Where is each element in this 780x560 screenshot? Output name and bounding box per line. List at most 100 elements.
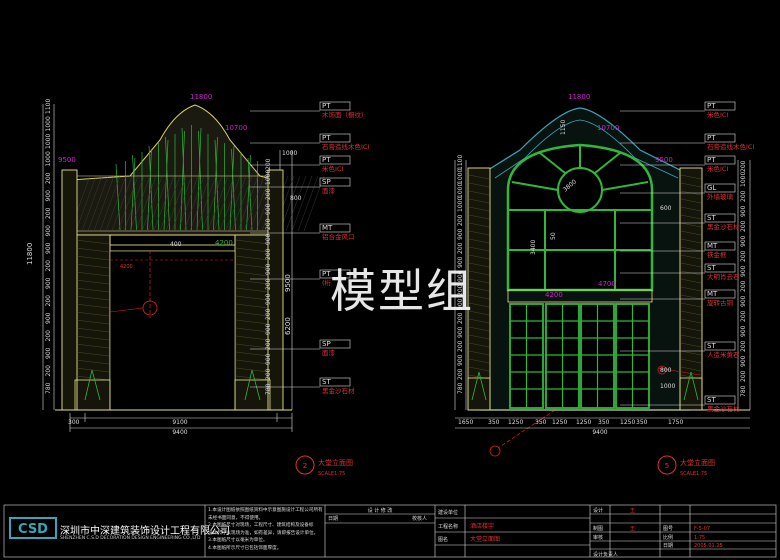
callout-text: 人造米黄石 — [707, 350, 740, 359]
dim-11800: 11800 — [26, 243, 34, 265]
lead-label: 设计负责人 — [593, 551, 618, 558]
level-11800: 11800 — [190, 93, 212, 101]
level-4700: 4700 — [598, 280, 616, 288]
level-4200: 4200 — [215, 239, 233, 247]
dim-right: 900 — [265, 323, 272, 335]
dim-left: 900 — [457, 354, 464, 366]
dim-right: 900 — [740, 295, 747, 307]
dim-50: 50 — [550, 232, 557, 240]
note-line: 4.本图纸所示尺寸已包括饰面厚度。 — [208, 545, 282, 551]
callout-text: 石膏造线木色ICI — [707, 142, 754, 151]
dim-right: 200 — [740, 190, 747, 202]
date-label: 日期 — [328, 516, 338, 522]
dim-9100: 9100 — [172, 419, 187, 426]
dim-right: 200 — [740, 160, 747, 172]
dim-left: 1000 — [45, 134, 52, 149]
dim-right: 900 — [265, 293, 272, 305]
level-10700: 10700 — [225, 124, 247, 132]
dim-right: 900 — [740, 325, 747, 337]
callout-text: 旋转古铜 — [707, 298, 734, 307]
dim-bottom: 1250 — [508, 419, 523, 426]
dim-right: 200 — [265, 338, 272, 350]
draw-label: 制图 — [593, 525, 603, 532]
dim-right: 200 — [265, 278, 272, 290]
dim-bottom: 350 — [535, 419, 547, 426]
dim-bottom: 1750 — [668, 419, 683, 426]
dim-bottom: 350 — [636, 419, 648, 426]
dim-right: 1000 — [740, 172, 747, 187]
dim-left: 1000 — [457, 169, 464, 184]
dim-left: 200 — [457, 340, 464, 352]
callout-code: ST — [707, 264, 716, 272]
dim-left: 900 — [45, 347, 52, 359]
callout-code: MT — [707, 242, 718, 250]
design-notes: 1.本设计图纸依照图纸资料中示意图施设计工程公司所有 未经书面同意，不得使用。 2.… — [208, 507, 323, 553]
ratio-value: 1:75 — [694, 535, 705, 541]
callout-code: ST — [707, 396, 716, 404]
callout-code: ST — [322, 378, 331, 386]
dim-right: 200 — [740, 220, 747, 232]
company-name-en: SHENZHEN C.S.D DECORATION DESIGN ENGINEE… — [60, 536, 201, 541]
callout-code: PT — [707, 156, 716, 164]
drawing-value: 大堂立面图 — [470, 535, 500, 543]
dim-bottom: 350 — [488, 419, 500, 426]
dim-right: 200 — [265, 248, 272, 260]
dim-right: 200 — [740, 310, 747, 322]
note-line: 1.本设计图纸依照图纸资料中示意图施设计工程公司所有 — [208, 508, 323, 513]
dim-9400: 9400 — [592, 429, 607, 436]
callout-text: 铁金框 — [707, 250, 727, 259]
dim-left: 1100 — [457, 155, 464, 170]
callout-text: 黑金沙石材 — [322, 386, 355, 395]
dim-600: 600 — [660, 205, 672, 212]
callout-code: PT — [322, 156, 331, 164]
dim-left: 200 — [45, 365, 52, 377]
callout-code: SP — [322, 178, 331, 186]
dim-1150: 1150 — [560, 120, 567, 135]
note-line: 2.本图纸尺寸对现场，工程尺寸、建筑结构及设备标 — [208, 523, 314, 529]
callout-text: 面漆 — [322, 348, 336, 357]
dim-800: 800 — [290, 195, 302, 202]
level-9500: 9500 — [655, 156, 673, 164]
dim-right: 900 — [740, 265, 747, 277]
elevation-scale: SCALE1:75 — [680, 471, 707, 477]
dim-right: 900 — [265, 233, 272, 245]
review-label: 审核 — [593, 534, 603, 541]
dim-left: 200 — [457, 214, 464, 226]
date2-label: 日期 — [663, 543, 673, 549]
elevation-title: 大堂立面图 — [680, 458, 715, 467]
dim-bottom: 1250 — [620, 419, 635, 426]
dim-right: 200 — [265, 218, 272, 230]
dim-left: 200 — [457, 242, 464, 254]
level-note: 4200 — [120, 264, 133, 270]
dim-right: 900 — [740, 205, 747, 217]
check-label: 校核人 — [412, 515, 427, 522]
logo-text: CSD — [18, 522, 48, 537]
callout-code: ST — [707, 342, 716, 350]
unit-label: 建设单位 — [438, 509, 458, 516]
dim-left: 200 — [457, 368, 464, 380]
watermark: 模型组 — [330, 255, 474, 321]
callout-text: 铝合金风口 — [322, 232, 355, 241]
dim-left: 900 — [457, 326, 464, 338]
dim-left: 900 — [457, 228, 464, 240]
dim-right: 900 — [265, 203, 272, 215]
dim-left: 1000 — [45, 151, 52, 166]
level-4200: 4200 — [545, 291, 563, 299]
company-name-cn: 深圳市中深建筑装饰设计工程有限公司 — [60, 526, 230, 537]
dim-left: 900 — [45, 225, 52, 237]
note-line: 3.本图纸尺寸以毫米为单位。 — [208, 538, 268, 544]
callout-text: 黑金沙石材 — [707, 222, 740, 231]
dim-left: 780 — [457, 382, 464, 394]
design-label: 设计 — [593, 507, 603, 514]
elevation-scale: SCALE1:75 — [318, 471, 345, 477]
callout-code: PT — [322, 134, 331, 142]
callout-code: PT — [322, 102, 331, 110]
dim-right: 780 — [265, 383, 272, 395]
dim-left: 200 — [45, 207, 52, 219]
dim-left: 780 — [45, 382, 52, 394]
dim-right: 780 — [740, 385, 747, 397]
dim-right: 200 — [265, 308, 272, 320]
level-11800: 11800 — [568, 93, 590, 101]
dim-left: 900 — [45, 277, 52, 289]
project-label: 工程名称 — [438, 523, 458, 530]
